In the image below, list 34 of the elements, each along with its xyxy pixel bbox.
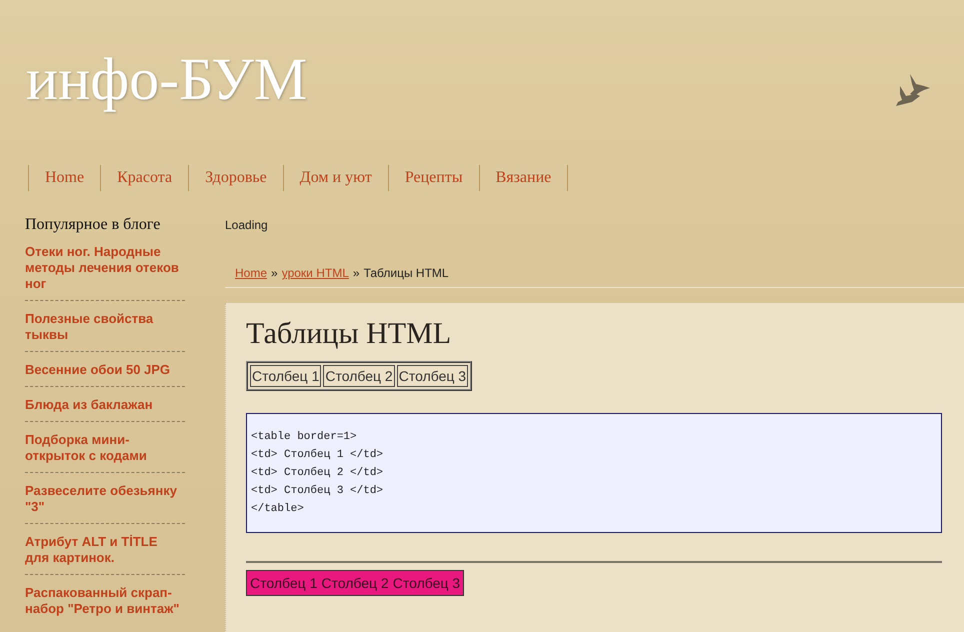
post-link[interactable]: Полезные свойства тыквы <box>25 309 185 352</box>
table-cell-text: Столбец 3 <box>392 574 462 593</box>
post-link[interactable]: Развеселите обезьянку "3" <box>25 481 185 524</box>
breadcrumb-separator: » <box>271 266 278 280</box>
post-link[interactable]: Весенние обои 50 JPG <box>25 360 185 387</box>
article-title: Таблицы HTML <box>246 317 452 351</box>
sidebar-title: Популярное в блоге <box>25 216 162 234</box>
post-link[interactable]: Отеки ног. Народные методы лечения отеков ног <box>25 242 185 301</box>
breadcrumb-link[interactable]: Home <box>235 266 268 280</box>
table-cell-text: Столбец 1 <box>249 574 318 593</box>
table-cell: Столбец 2 <box>323 365 395 387</box>
nav-link[interactable]: Дом и уют <box>282 165 388 191</box>
code-line: <td> Столбец 2 </td> <box>251 466 384 481</box>
breadcrumb-current: Таблицы HTML <box>364 266 449 280</box>
post-link[interactable]: Блюда из баклажан <box>25 395 185 422</box>
code-line: <td> Столбец 1 </td> <box>251 448 384 463</box>
nav-link[interactable]: Home <box>28 165 100 191</box>
post-link[interactable]: Подборка мини-открыток с кодами <box>25 430 185 473</box>
breadcrumb-separator: » <box>352 266 360 280</box>
nav-link[interactable]: Здоровье <box>188 165 283 191</box>
code-line: <td> Столбец 3 </td> <box>251 484 384 499</box>
nav-link[interactable]: Рецепты <box>388 165 479 191</box>
table-cell-text: Столбец 2 <box>320 574 390 593</box>
code-line: </table> <box>251 502 305 517</box>
nav-link[interactable]: Красота <box>100 165 188 191</box>
breadcrumb-link[interactable]: уроки HTML <box>282 266 349 280</box>
table-cell: Столбец 3 <box>396 365 468 387</box>
table-cell: Столбец 1 <box>250 365 322 387</box>
post-link[interactable]: Атрибут ALT и TİTLE для картинок. <box>25 532 185 575</box>
post-link[interactable]: Распакованный скрап-набор "Ретро и винтаж" <box>25 583 185 625</box>
loading-text: Loading <box>225 217 269 234</box>
site-title[interactable]: инфо-БУМ <box>26 44 308 114</box>
nav-link[interactable]: Вязание <box>478 165 568 191</box>
code-line: <table border=1> <box>251 430 358 445</box>
